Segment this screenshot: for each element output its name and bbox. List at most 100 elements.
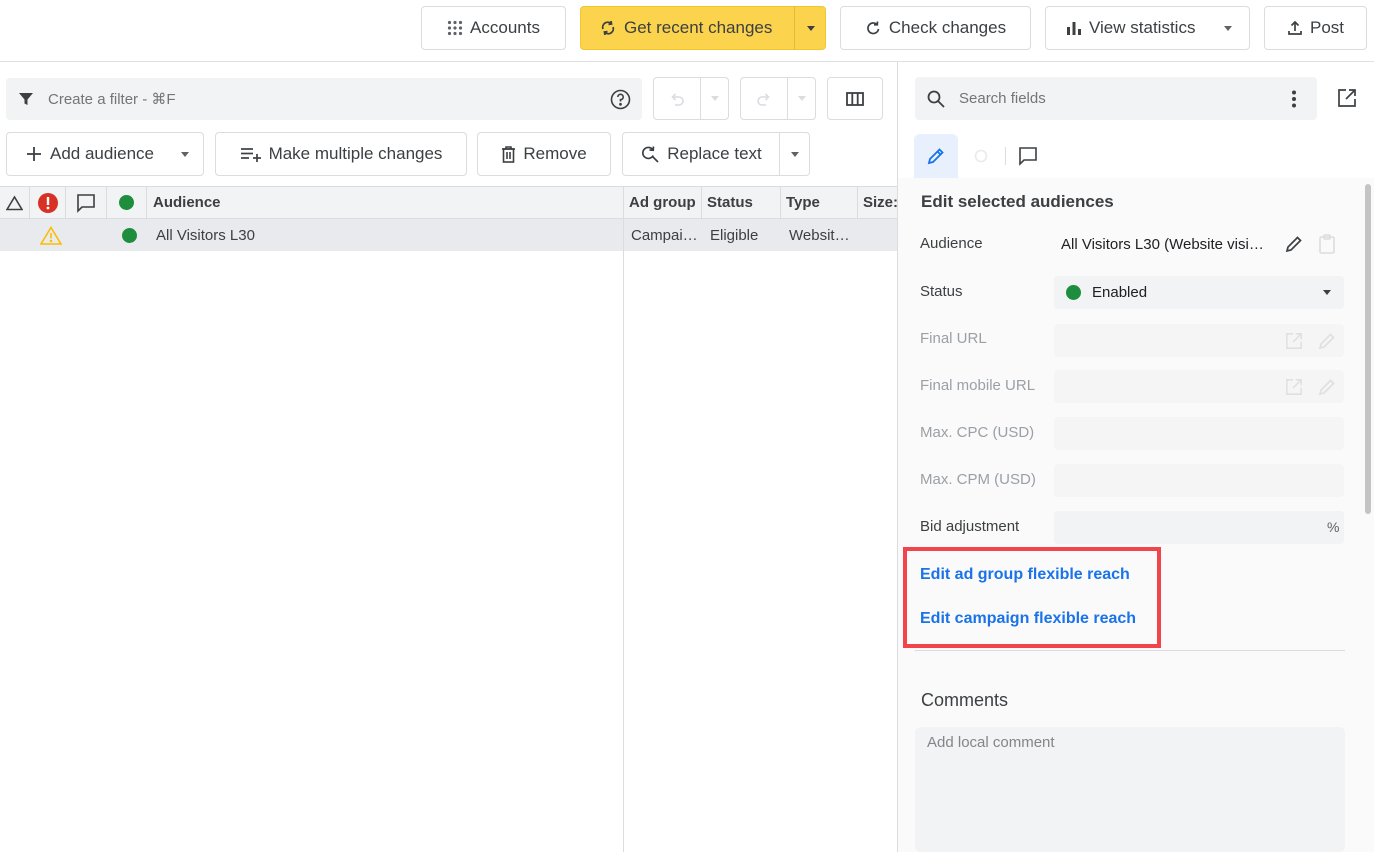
columns-icon — [846, 91, 864, 106]
cell-type[interactable]: Websit… — [789, 219, 859, 251]
chevron-down-icon — [1323, 290, 1331, 295]
get-recent-changes-dropdown[interactable] — [794, 6, 826, 50]
bid-adjustment-label: Bid adjustment — [920, 518, 1020, 535]
apps-grid-icon — [447, 20, 463, 36]
status-select[interactable]: Enabled — [1054, 276, 1344, 309]
status-dot-icon — [121, 227, 137, 243]
chevron-down-icon — [710, 96, 719, 101]
status-dot-icon — [119, 195, 134, 210]
filter-input[interactable] — [48, 90, 568, 108]
refresh-icon — [867, 20, 880, 34]
post-label: Post — [1309, 18, 1345, 37]
add-audience-label: Add audience — [50, 144, 154, 163]
comment-textarea[interactable]: Add local comment — [915, 727, 1345, 852]
status-dot-icon — [1066, 285, 1081, 300]
view-statistics-label: View statistics — [1089, 18, 1196, 37]
top-toolbar: Accounts Get recent changes Check change… — [0, 0, 1374, 62]
copy-icon[interactable] — [1318, 234, 1336, 254]
get-recent-changes-label: Get recent changes — [624, 18, 773, 37]
replace-text-dropdown[interactable] — [779, 132, 810, 176]
tab-comments[interactable] — [1016, 144, 1040, 168]
chevron-down-icon[interactable] — [180, 151, 189, 157]
remove-label: Remove — [523, 144, 587, 163]
redo-dropdown[interactable] — [787, 78, 815, 119]
column-header-errors[interactable] — [30, 187, 66, 218]
undo-button[interactable] — [654, 78, 700, 119]
make-multiple-changes-button[interactable]: Make multiple changes — [215, 132, 467, 176]
search-icon — [927, 90, 945, 108]
redo-button[interactable] — [741, 78, 787, 119]
audience-field-value[interactable]: All Visitors L30 (Website visi… — [1061, 236, 1276, 253]
help-icon[interactable] — [610, 89, 631, 110]
undo-button-group — [653, 77, 729, 120]
final-url-field — [1054, 324, 1344, 357]
replace-text-button[interactable]: Replace text — [622, 132, 780, 176]
final-mobile-url-field — [1054, 370, 1344, 403]
search-fields-bar[interactable] — [915, 77, 1317, 120]
plus-icon — [27, 147, 41, 161]
view-statistics-button[interactable]: View statistics — [1045, 6, 1250, 50]
comment-icon — [77, 193, 95, 213]
error-icon — [37, 192, 58, 213]
more-vert-icon[interactable] — [1291, 90, 1297, 108]
column-header-type[interactable]: Type — [781, 187, 858, 218]
column-header-status-dot[interactable] — [107, 187, 147, 218]
playlist-add-icon — [240, 148, 261, 162]
column-header-status[interactable]: Status — [702, 187, 781, 218]
bid-adjustment-field[interactable]: % — [1054, 511, 1344, 544]
column-header-changes[interactable] — [0, 187, 30, 218]
history-icon — [974, 149, 988, 163]
open-in-new-icon[interactable] — [1337, 88, 1357, 108]
warning-icon — [40, 225, 62, 245]
post-button[interactable]: Post — [1264, 6, 1367, 50]
open-in-new-icon — [1286, 379, 1302, 395]
pencil-icon — [927, 148, 944, 165]
max-cpm-label: Max. CPM (USD) — [920, 471, 1036, 488]
pencil-icon[interactable] — [1285, 235, 1303, 253]
tab-disabled[interactable] — [968, 147, 994, 165]
panel-scrollbar[interactable] — [1365, 184, 1371, 514]
comment-icon — [1019, 147, 1037, 166]
bid-adjustment-unit: % — [1327, 519, 1340, 535]
max-cpm-field — [1054, 464, 1344, 497]
check-changes-label: Check changes — [888, 18, 1007, 37]
bar-chart-icon — [1067, 22, 1081, 35]
column-header-comments[interactable] — [66, 187, 107, 218]
status-select-value: Enabled — [1092, 284, 1148, 301]
check-changes-button[interactable]: Check changes — [840, 6, 1031, 50]
column-header-ad-group[interactable]: Ad group — [624, 187, 702, 218]
filter-icon — [19, 93, 33, 105]
chevron-down-icon — [797, 96, 806, 101]
cell-status[interactable]: Eligible — [710, 219, 780, 251]
audience-field-label: Audience — [920, 235, 983, 252]
column-header-size[interactable]: Size: — [858, 187, 898, 218]
tab-edit[interactable] — [914, 134, 958, 178]
cell-ad-group[interactable]: Campai… — [631, 219, 701, 251]
replace-text-label: Replace text — [667, 144, 762, 163]
status-field-label: Status — [920, 283, 963, 300]
panel-tabs — [914, 134, 1074, 178]
max-cpc-label: Max. CPC (USD) — [920, 424, 1035, 441]
cell-audience[interactable]: All Visitors L30 — [156, 219, 616, 251]
get-recent-changes-button[interactable]: Get recent changes — [580, 6, 826, 50]
filter-bar[interactable] — [6, 78, 642, 120]
undo-dropdown[interactable] — [700, 78, 728, 119]
chevron-down-icon[interactable] — [1224, 25, 1233, 31]
section-title: Edit selected audiences — [921, 192, 1114, 211]
search-fields-input[interactable] — [959, 90, 1269, 107]
chevron-down-icon — [806, 25, 815, 31]
column-header-audience[interactable]: Audience — [147, 187, 624, 218]
accounts-label: Accounts — [470, 18, 540, 37]
add-audience-button[interactable]: Add audience — [6, 132, 204, 176]
upload-icon — [1288, 20, 1302, 35]
open-in-new-icon — [1286, 333, 1302, 349]
remove-button[interactable]: Remove — [477, 132, 611, 176]
row-warning-cell — [38, 219, 64, 251]
redo-icon — [757, 92, 770, 106]
columns-button[interactable] — [827, 77, 883, 120]
pencil-icon — [1318, 333, 1335, 350]
chevron-down-icon — [790, 151, 799, 157]
table-row[interactable]: All Visitors L30 Campai… Eligible Websit… — [0, 219, 898, 251]
comments-divider — [915, 650, 1345, 651]
accounts-button[interactable]: Accounts — [421, 6, 566, 50]
